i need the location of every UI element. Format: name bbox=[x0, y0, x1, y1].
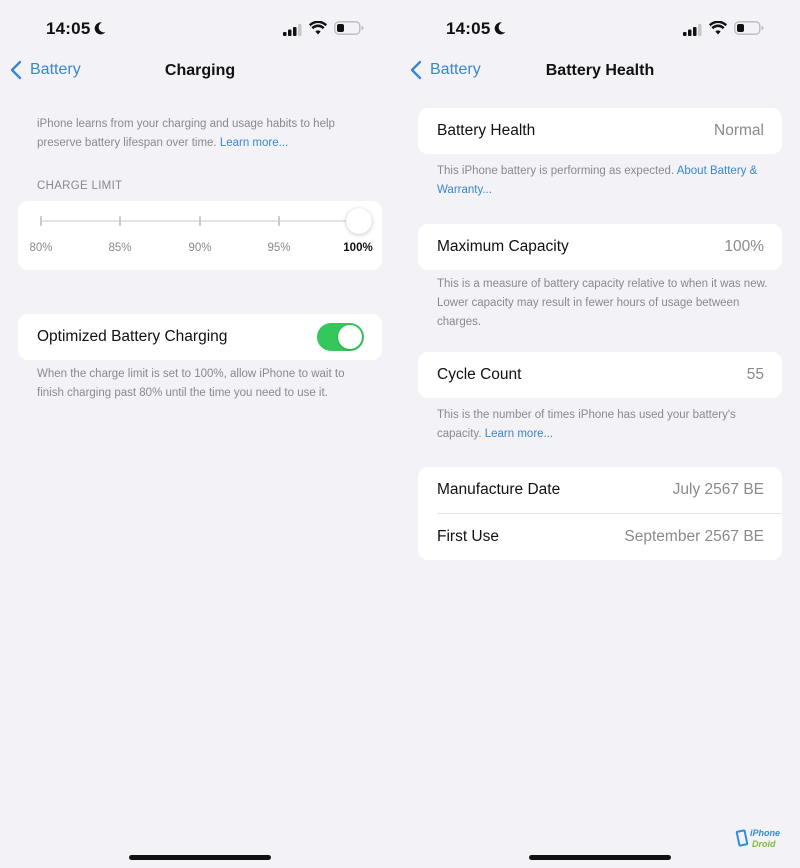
status-time: 14:05 bbox=[446, 19, 491, 38]
charge-limit-header: CHARGE LIMIT bbox=[37, 180, 123, 192]
focus-moon-icon bbox=[494, 22, 506, 35]
first-use-row: First Use September 2567 BE bbox=[418, 514, 782, 560]
cellular-signal-icon bbox=[283, 24, 302, 36]
focus-moon-icon bbox=[94, 22, 106, 35]
slider-thumb[interactable] bbox=[346, 208, 372, 234]
maximum-capacity-row: Maximum Capacity 100% bbox=[418, 224, 782, 270]
slider-tick bbox=[40, 216, 42, 226]
back-button[interactable]: Battery bbox=[410, 60, 481, 80]
battery-health-row: Battery Health Normal bbox=[418, 108, 782, 154]
maximum-capacity-label: Maximum Capacity bbox=[437, 238, 569, 255]
watermark-line2: Droid bbox=[752, 839, 776, 849]
intro-body: iPhone learns from your charging and usa… bbox=[37, 118, 335, 149]
battery-icon bbox=[734, 21, 764, 35]
cycle-count-label: Cycle Count bbox=[437, 366, 522, 383]
slider-tick bbox=[278, 216, 280, 226]
cycle-count-footer-text: This is the number of times iPhone has u… bbox=[437, 409, 736, 440]
tick-label-90: 90% bbox=[188, 242, 212, 254]
back-button[interactable]: Battery bbox=[10, 60, 81, 80]
watermark-line1: iPhone bbox=[750, 828, 781, 838]
first-use-value: September 2567 BE bbox=[624, 528, 764, 545]
cycle-count-value: 55 bbox=[746, 366, 764, 383]
optimized-charging-label: Optimized Battery Charging bbox=[37, 328, 228, 345]
nav-bar: Battery Charging bbox=[0, 58, 400, 86]
maximum-capacity-value: 100% bbox=[724, 238, 764, 255]
tick-label-80: 80% bbox=[29, 242, 53, 254]
optimized-charging-toggle[interactable] bbox=[317, 323, 364, 351]
slider-tick bbox=[119, 216, 121, 226]
battery-health-footer-text: This iPhone battery is performing as exp… bbox=[437, 165, 677, 177]
status-bar: 14:05 bbox=[400, 18, 800, 42]
maximum-capacity-card: Maximum Capacity 100% bbox=[418, 224, 782, 270]
home-indicator[interactable] bbox=[129, 855, 271, 860]
learn-more-link[interactable]: Learn more... bbox=[220, 137, 288, 149]
status-bar: 14:05 bbox=[0, 18, 400, 42]
manufacture-date-row: Manufacture Date July 2567 BE bbox=[418, 467, 782, 513]
wifi-icon bbox=[309, 21, 327, 35]
cellular-signal-icon bbox=[683, 24, 702, 36]
battery-health-value: Normal bbox=[714, 122, 764, 139]
optimized-charging-row[interactable]: Optimized Battery Charging bbox=[18, 314, 382, 360]
cycle-count-row: Cycle Count 55 bbox=[418, 352, 782, 398]
back-label: Battery bbox=[30, 61, 81, 78]
phone-logo-icon bbox=[735, 829, 749, 847]
maximum-capacity-footer: This is a measure of battery capacity re… bbox=[437, 278, 768, 328]
charging-screen: 14:05 Battery Charging iPhone learns fro… bbox=[0, 0, 400, 868]
chevron-left-icon bbox=[410, 60, 422, 80]
dates-card: Manufacture Date July 2567 BE First Use … bbox=[418, 467, 782, 560]
optimized-charging-card: Optimized Battery Charging bbox=[18, 314, 382, 360]
iphonedroid-watermark: iPhone Droid bbox=[734, 826, 784, 854]
chevron-left-icon bbox=[10, 60, 22, 80]
optimized-charging-footer: When the charge limit is set to 100%, al… bbox=[37, 368, 345, 399]
home-indicator[interactable] bbox=[529, 855, 671, 860]
intro-text: iPhone learns from your charging and usa… bbox=[37, 115, 370, 153]
battery-health-label: Battery Health bbox=[437, 122, 536, 139]
wifi-icon bbox=[709, 21, 727, 35]
cycle-learn-more-link[interactable]: Learn more... bbox=[485, 428, 553, 440]
battery-health-footer: This iPhone battery is performing as exp… bbox=[437, 162, 770, 200]
first-use-label: First Use bbox=[437, 528, 499, 545]
tick-label-95: 95% bbox=[267, 242, 291, 254]
manufacture-date-label: Manufacture Date bbox=[437, 481, 561, 498]
battery-health-screen: 14:05 Battery Battery Health Battery Hea… bbox=[400, 0, 800, 868]
battery-icon bbox=[334, 21, 364, 35]
toggle-knob bbox=[338, 325, 362, 349]
cycle-count-card: Cycle Count 55 bbox=[418, 352, 782, 398]
back-label: Battery bbox=[430, 61, 481, 78]
slider-tick bbox=[199, 216, 201, 226]
battery-health-card: Battery Health Normal bbox=[418, 108, 782, 154]
manufacture-date-value: July 2567 BE bbox=[672, 481, 764, 498]
nav-bar: Battery Battery Health bbox=[400, 58, 800, 86]
charge-limit-slider[interactable]: 80% 85% 90% 95% 100% bbox=[18, 201, 382, 270]
tick-label-85: 85% bbox=[108, 242, 132, 254]
status-time: 14:05 bbox=[46, 19, 91, 38]
tick-label-100: 100% bbox=[343, 242, 373, 254]
cycle-count-footer: This is the number of times iPhone has u… bbox=[437, 406, 770, 444]
